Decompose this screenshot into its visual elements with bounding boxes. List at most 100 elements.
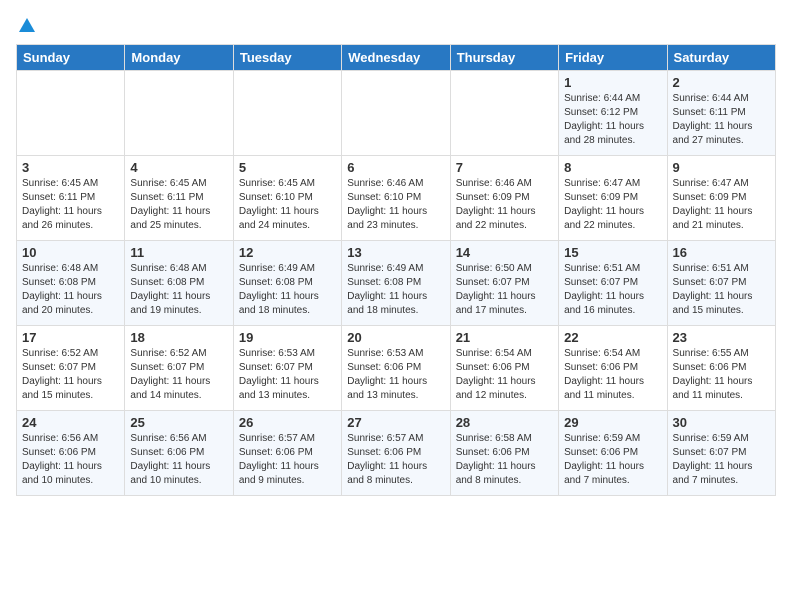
cell-w1-d0 — [17, 71, 125, 156]
day-number: 30 — [673, 415, 770, 430]
day-info: Sunrise: 6:45 AM Sunset: 6:10 PM Dayligh… — [239, 177, 336, 233]
header-friday: Friday — [559, 45, 667, 71]
day-number: 11 — [130, 245, 227, 260]
day-number: 9 — [673, 160, 770, 175]
cell-w4-d6: 23 Sunrise: 6:55 AM Sunset: 6:06 PM Dayli… — [667, 326, 775, 411]
cell-w4-d5: 22Sunrise: 6:54 AM Sunset: 6:06 PM Dayli… — [559, 326, 667, 411]
day-number: 28 — [456, 415, 553, 430]
day-info: Sunrise: 6:46 AM Sunset: 6:09 PM Dayligh… — [456, 177, 553, 233]
day-number: 1 — [564, 75, 661, 90]
cell-w2-d3: 6 Sunrise: 6:46 AM Sunset: 6:10 PM Daylig… — [342, 156, 450, 241]
day-number: 2 — [673, 75, 770, 90]
cell-w3-d1: 11 Sunrise: 6:48 AM Sunset: 6:08 PM Dayli… — [125, 241, 233, 326]
day-number: 8 — [564, 160, 661, 175]
day-info: Sunrise: 6:56 AM Sunset: 6:06 PM Dayligh… — [22, 432, 119, 488]
week-row-3: 10 Sunrise: 6:48 AM Sunset: 6:08 PM Dayli… — [17, 241, 776, 326]
calendar-table: SundayMondayTuesdayWednesdayThursdayFrid… — [16, 44, 776, 496]
day-number: 6 — [347, 160, 444, 175]
day-number: 18 — [130, 330, 227, 345]
day-number: 15 — [564, 245, 661, 260]
cell-w5-d5: 29 Sunrise: 6:59 AM Sunset: 6:06 PM Dayli… — [559, 411, 667, 496]
cell-w1-d3 — [342, 71, 450, 156]
day-number: 23 — [673, 330, 770, 345]
day-info: Sunrise: 6:59 AM Sunset: 6:06 PM Dayligh… — [564, 432, 661, 488]
day-number: 3 — [22, 160, 119, 175]
logo — [16, 16, 36, 34]
day-number: 24 — [22, 415, 119, 430]
day-number: 25 — [130, 415, 227, 430]
logo-icon — [18, 16, 36, 34]
cell-w1-d6: 2 Sunrise: 6:44 AM Sunset: 6:11 PM Daylig… — [667, 71, 775, 156]
day-info: Sunrise: 6:48 AM Sunset: 6:08 PM Dayligh… — [22, 262, 119, 318]
cell-w2-d5: 8Sunrise: 6:47 AM Sunset: 6:09 PM Daylig… — [559, 156, 667, 241]
cell-w1-d5: 1 Sunrise: 6:44 AM Sunset: 6:12 PM Daylig… — [559, 71, 667, 156]
calendar-header-row: SundayMondayTuesdayWednesdayThursdayFrid… — [17, 45, 776, 71]
header-tuesday: Tuesday — [233, 45, 341, 71]
day-info: Sunrise: 6:54 AM Sunset: 6:06 PM Dayligh… — [456, 347, 553, 403]
day-info: Sunrise: 6:56 AM Sunset: 6:06 PM Dayligh… — [130, 432, 227, 488]
cell-w2-d6: 9 Sunrise: 6:47 AM Sunset: 6:09 PM Daylig… — [667, 156, 775, 241]
header-monday: Monday — [125, 45, 233, 71]
day-info: Sunrise: 6:51 AM Sunset: 6:07 PM Dayligh… — [673, 262, 770, 318]
cell-w2-d4: 7Sunrise: 6:46 AM Sunset: 6:09 PM Daylig… — [450, 156, 558, 241]
day-info: Sunrise: 6:57 AM Sunset: 6:06 PM Dayligh… — [239, 432, 336, 488]
day-number: 29 — [564, 415, 661, 430]
cell-w2-d0: 3Sunrise: 6:45 AM Sunset: 6:11 PM Daylig… — [17, 156, 125, 241]
cell-w4-d3: 20Sunrise: 6:53 AM Sunset: 6:06 PM Dayli… — [342, 326, 450, 411]
header-saturday: Saturday — [667, 45, 775, 71]
day-info: Sunrise: 6:53 AM Sunset: 6:07 PM Dayligh… — [239, 347, 336, 403]
week-row-2: 3 Sunrise: 6:45 AM Sunset: 6:11 PM Daylig… — [17, 156, 776, 241]
day-info: Sunrise: 6:44 AM Sunset: 6:12 PM Dayligh… — [564, 92, 661, 148]
day-info: Sunrise: 6:57 AM Sunset: 6:06 PM Dayligh… — [347, 432, 444, 488]
day-info: Sunrise: 6:54 AM Sunset: 6:06 PM Dayligh… — [564, 347, 661, 403]
cell-w4-d1: 18Sunrise: 6:52 AM Sunset: 6:07 PM Dayli… — [125, 326, 233, 411]
cell-w3-d0: 10 Sunrise: 6:48 AM Sunset: 6:08 PM Dayli… — [17, 241, 125, 326]
cell-w2-d2: 5 Sunrise: 6:45 AM Sunset: 6:10 PM Daylig… — [233, 156, 341, 241]
day-info: Sunrise: 6:53 AM Sunset: 6:06 PM Dayligh… — [347, 347, 444, 403]
day-number: 4 — [130, 160, 227, 175]
cell-w3-d4: 14Sunrise: 6:50 AM Sunset: 6:07 PM Dayli… — [450, 241, 558, 326]
day-info: Sunrise: 6:45 AM Sunset: 6:11 PM Dayligh… — [130, 177, 227, 233]
cell-w3-d3: 13 Sunrise: 6:49 AM Sunset: 6:08 PM Dayli… — [342, 241, 450, 326]
cell-w5-d0: 24 Sunrise: 6:56 AM Sunset: 6:06 PM Dayli… — [17, 411, 125, 496]
cell-w1-d1 — [125, 71, 233, 156]
day-info: Sunrise: 6:48 AM Sunset: 6:08 PM Dayligh… — [130, 262, 227, 318]
day-number: 21 — [456, 330, 553, 345]
day-info: Sunrise: 6:59 AM Sunset: 6:07 PM Dayligh… — [673, 432, 770, 488]
cell-w5-d6: 30 Sunrise: 6:59 AM Sunset: 6:07 PM Dayli… — [667, 411, 775, 496]
cell-w2-d1: 4 Sunrise: 6:45 AM Sunset: 6:11 PM Daylig… — [125, 156, 233, 241]
week-row-5: 24 Sunrise: 6:56 AM Sunset: 6:06 PM Dayli… — [17, 411, 776, 496]
cell-w3-d6: 16Sunrise: 6:51 AM Sunset: 6:07 PM Dayli… — [667, 241, 775, 326]
day-info: Sunrise: 6:50 AM Sunset: 6:07 PM Dayligh… — [456, 262, 553, 318]
day-number: 26 — [239, 415, 336, 430]
cell-w1-d2 — [233, 71, 341, 156]
cell-w1-d4 — [450, 71, 558, 156]
day-info: Sunrise: 6:55 AM Sunset: 6:06 PM Dayligh… — [673, 347, 770, 403]
week-row-1: 1 Sunrise: 6:44 AM Sunset: 6:12 PM Daylig… — [17, 71, 776, 156]
day-info: Sunrise: 6:49 AM Sunset: 6:08 PM Dayligh… — [347, 262, 444, 318]
day-number: 12 — [239, 245, 336, 260]
cell-w5-d1: 25 Sunrise: 6:56 AM Sunset: 6:06 PM Dayli… — [125, 411, 233, 496]
day-number: 13 — [347, 245, 444, 260]
day-number: 10 — [22, 245, 119, 260]
cell-w4-d0: 17 Sunrise: 6:52 AM Sunset: 6:07 PM Dayli… — [17, 326, 125, 411]
page-header — [16, 16, 776, 34]
week-row-4: 17 Sunrise: 6:52 AM Sunset: 6:07 PM Dayli… — [17, 326, 776, 411]
cell-w4-d4: 21 Sunrise: 6:54 AM Sunset: 6:06 PM Dayli… — [450, 326, 558, 411]
day-info: Sunrise: 6:47 AM Sunset: 6:09 PM Dayligh… — [673, 177, 770, 233]
day-info: Sunrise: 6:44 AM Sunset: 6:11 PM Dayligh… — [673, 92, 770, 148]
day-number: 5 — [239, 160, 336, 175]
day-number: 19 — [239, 330, 336, 345]
day-info: Sunrise: 6:46 AM Sunset: 6:10 PM Dayligh… — [347, 177, 444, 233]
day-number: 17 — [22, 330, 119, 345]
day-info: Sunrise: 6:52 AM Sunset: 6:07 PM Dayligh… — [22, 347, 119, 403]
header-sunday: Sunday — [17, 45, 125, 71]
cell-w4-d2: 19 Sunrise: 6:53 AM Sunset: 6:07 PM Dayli… — [233, 326, 341, 411]
cell-w3-d5: 15Sunrise: 6:51 AM Sunset: 6:07 PM Dayli… — [559, 241, 667, 326]
day-info: Sunrise: 6:58 AM Sunset: 6:06 PM Dayligh… — [456, 432, 553, 488]
day-info: Sunrise: 6:49 AM Sunset: 6:08 PM Dayligh… — [239, 262, 336, 318]
cell-w5-d4: 28 Sunrise: 6:58 AM Sunset: 6:06 PM Dayli… — [450, 411, 558, 496]
header-thursday: Thursday — [450, 45, 558, 71]
cell-w3-d2: 12 Sunrise: 6:49 AM Sunset: 6:08 PM Dayli… — [233, 241, 341, 326]
header-wednesday: Wednesday — [342, 45, 450, 71]
